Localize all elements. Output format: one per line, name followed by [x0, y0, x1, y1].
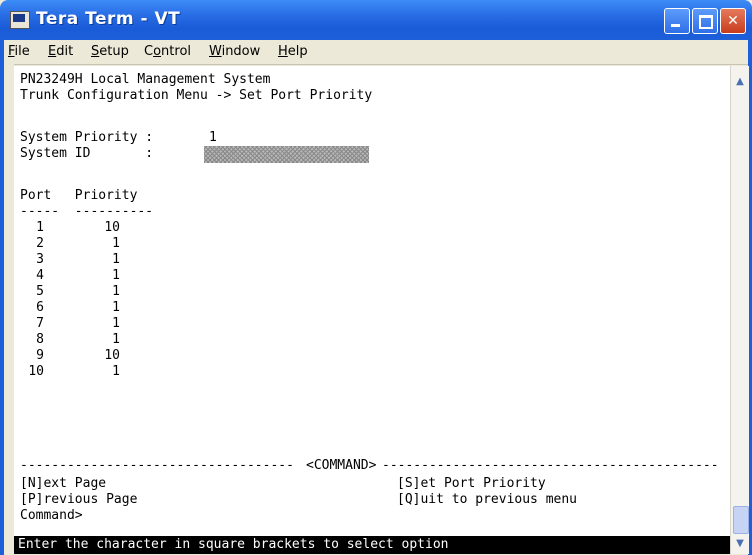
menu-window-label: indow [221, 44, 261, 59]
menu-help-accel: H [278, 44, 288, 59]
system-id-redacted-value [204, 146, 369, 163]
menu-control-pre: C [144, 44, 154, 59]
close-icon: ✕ [727, 13, 739, 29]
vertical-scrollbar[interactable]: ▲ ▼ [730, 66, 749, 554]
command-section-label: <COMMAND> [306, 458, 377, 473]
command-rule-right: ----------------------------------------… [382, 458, 719, 473]
terminal-status-line: Enter the character in square brackets t… [14, 536, 730, 554]
close-button[interactable]: ✕ [720, 8, 746, 34]
set-port-priority-option: [S]et Port Priority [397, 476, 546, 491]
command-rule-left: ----------------------------------- [20, 458, 294, 473]
priority-cell: 1 [112, 252, 120, 267]
priority-cell: 1 [112, 316, 120, 331]
scroll-down-icon[interactable]: ▼ [732, 536, 748, 552]
maximize-icon [699, 15, 713, 29]
menu-control-accel: o [153, 44, 162, 59]
port-table-rule: ----- ---------- [20, 204, 154, 219]
port-cell: 10 [28, 364, 44, 379]
window-title: Tera Term - VT [36, 9, 181, 29]
system-id-label: System ID : [20, 146, 154, 161]
priority-cell: 10 [104, 348, 120, 363]
port-cell: 9 [36, 348, 44, 363]
system-name-line: PN23249H Local Management System [20, 72, 271, 87]
menu-setup[interactable]: Setup [91, 44, 129, 59]
quit-option: [Q]uit to previous menu [397, 492, 578, 507]
menu-control[interactable]: Control [144, 44, 191, 59]
menu-window-accel: W [209, 44, 222, 59]
menu-bar: File Edit Setup Control Window Help [4, 40, 748, 65]
system-priority-value: 1 [209, 130, 217, 145]
port-cell: 8 [36, 332, 44, 347]
priority-cell: 1 [112, 236, 120, 251]
priority-cell: 1 [112, 332, 120, 347]
priority-cell: 1 [112, 284, 120, 299]
next-page-option: [N]ext Page [20, 476, 107, 491]
scroll-thumb[interactable] [733, 506, 749, 534]
menu-path-line: Trunk Configuration Menu -> Set Port Pri… [20, 88, 373, 103]
scroll-up-icon[interactable]: ▲ [732, 74, 748, 90]
minimize-button[interactable] [664, 8, 690, 34]
title-bar[interactable]: Tera Term - VT ✕ [0, 0, 752, 40]
previous-page-option: [P]revious Page [20, 492, 138, 507]
system-priority-label: System Priority : [20, 130, 154, 145]
app-icon[interactable] [10, 11, 30, 29]
menu-file[interactable]: File [8, 44, 30, 59]
maximize-button[interactable] [692, 8, 718, 34]
menu-file-label: ile [14, 44, 30, 59]
minimize-icon [671, 24, 680, 27]
port-cell: 1 [36, 220, 44, 235]
menu-edit-label: dit [56, 44, 74, 59]
terminal-frame [4, 64, 14, 555]
port-cell: 6 [36, 300, 44, 315]
menu-edit[interactable]: Edit [48, 44, 73, 59]
priority-cell: 1 [112, 268, 120, 283]
port-cell: 7 [36, 316, 44, 331]
menu-control-label: ntrol [161, 44, 192, 59]
priority-cell: 1 [112, 300, 120, 315]
port-cell: 5 [36, 284, 44, 299]
menu-setup-label: etup [99, 44, 129, 59]
port-cell: 2 [36, 236, 44, 251]
menu-help-label: elp [287, 44, 308, 59]
port-cell: 4 [36, 268, 44, 283]
port-table-header: Port Priority [20, 188, 138, 203]
port-cell: 3 [36, 252, 44, 267]
menu-window[interactable]: Window [209, 44, 260, 59]
priority-cell: 1 [112, 364, 120, 379]
menu-edit-accel: E [48, 44, 57, 59]
command-prompt[interactable]: Command> [20, 508, 83, 524]
priority-cell: 10 [104, 220, 120, 235]
menu-help[interactable]: Help [278, 44, 308, 59]
teraterm-window: Tera Term - VT ✕ File Edit Setup Control… [0, 0, 752, 555]
terminal-screen[interactable]: PN23249H Local Management System Trunk C… [14, 66, 730, 554]
